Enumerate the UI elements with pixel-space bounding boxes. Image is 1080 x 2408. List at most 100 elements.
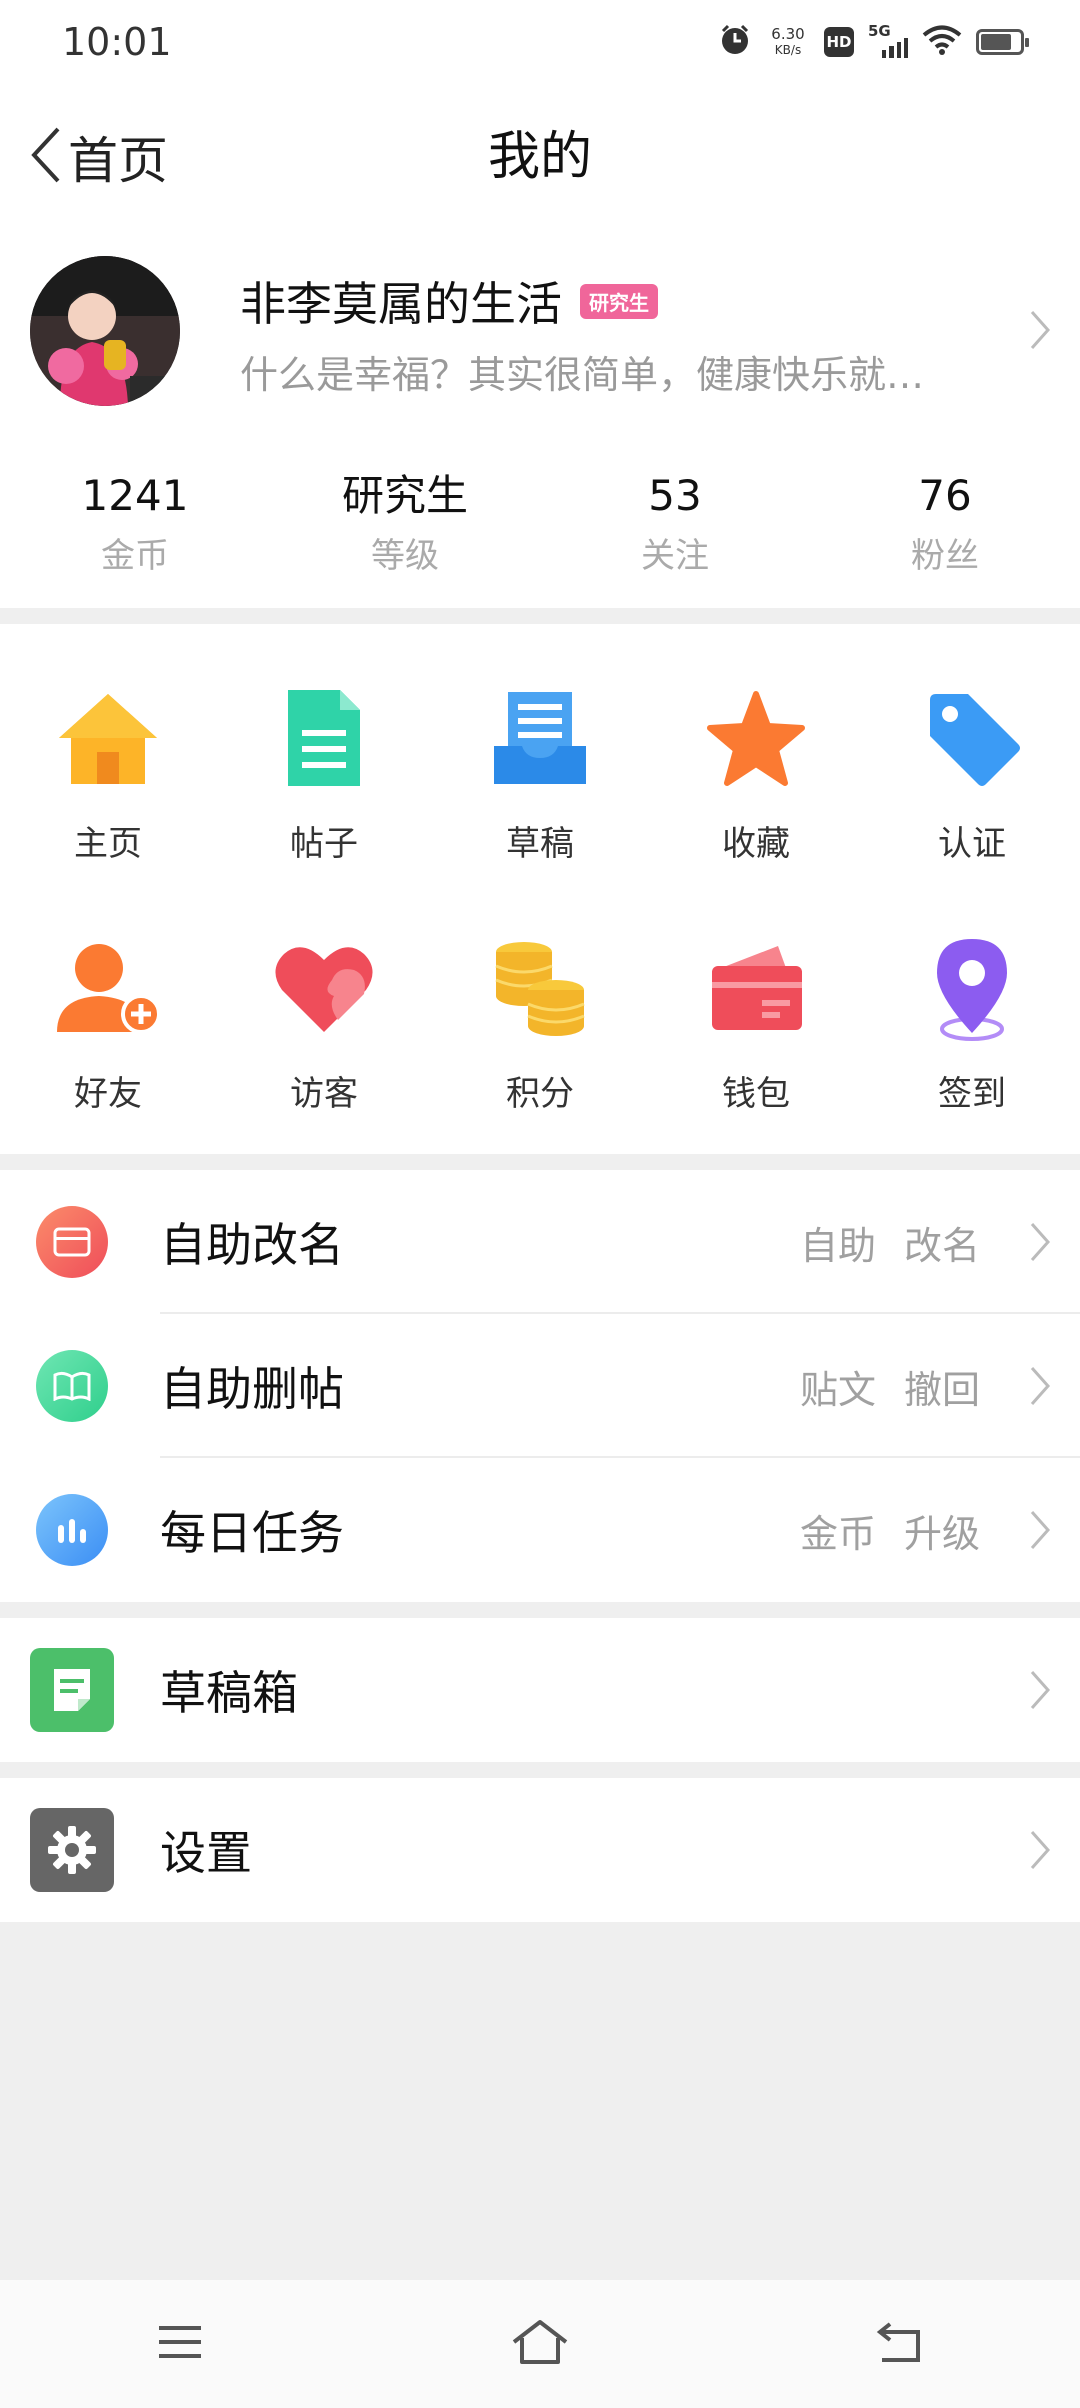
menu-button[interactable] — [120, 2304, 240, 2384]
stat-value: 76 — [918, 471, 972, 520]
list-item-delete-post[interactable]: 自助删帖 贴文 撤回 — [0, 1314, 1080, 1458]
username-row: 非李莫属的生活 研究生 — [240, 268, 658, 334]
list-tags: 自助 改名 — [800, 1215, 980, 1270]
grid-item-visitors[interactable]: 访客 — [216, 928, 432, 1115]
drafts-box-section: 草稿箱 — [0, 1618, 1080, 1762]
chevron-right-icon — [1028, 1220, 1052, 1268]
stats-row: 1241 金币 研究生 等级 53 关注 76 粉丝 — [0, 470, 1080, 580]
avatar[interactable] — [30, 256, 180, 406]
network-speed: 6.30 KB/s — [766, 26, 810, 58]
list-label: 设置 — [160, 1826, 252, 1880]
grid-item-checkin[interactable]: 签到 — [864, 928, 1080, 1115]
list-item-rename[interactable]: 自助改名 自助 改名 — [0, 1170, 1080, 1314]
grid-item-certification[interactable]: 认证 — [864, 678, 1080, 865]
stat-value: 53 — [648, 471, 702, 520]
star-icon — [696, 678, 816, 798]
status-bar: 10:01 6.30 KB/s HD 5G — [0, 0, 1080, 84]
grid-label: 草稿 — [506, 824, 574, 864]
list-label: 自助改名 — [160, 1218, 344, 1272]
list-label: 草稿箱 — [160, 1666, 298, 1720]
feature-grid-row: 好友 访客 积分 钱包 签到 — [0, 928, 1080, 1115]
grid-label: 访客 — [290, 1074, 358, 1114]
tag-icon — [912, 678, 1032, 798]
back-nav-button[interactable] — [840, 2304, 960, 2384]
grid-label: 签到 — [938, 1074, 1006, 1114]
list-tag: 金币 — [799, 1511, 876, 1556]
list-tag: 升级 — [903, 1511, 980, 1556]
signature: 什么是幸福？其实很简单，健康快乐就… — [240, 353, 925, 397]
navigation-bar: 首页 我的 — [0, 110, 1080, 205]
chevron-right-icon — [1028, 1508, 1052, 1556]
list-tags: 贴文 撤回 — [800, 1359, 980, 1414]
heart-icon — [264, 928, 384, 1048]
add-friend-icon — [48, 928, 168, 1048]
feature-grid: 主页 帖子 草稿 收藏 认证 好友 访客 积分 钱包 签到 — [0, 624, 1080, 1154]
status-time: 10:01 — [62, 20, 172, 64]
grid-item-posts[interactable]: 帖子 — [216, 678, 432, 865]
system-navigation-bar — [0, 2280, 1080, 2408]
chevron-right-icon — [1028, 1668, 1052, 1716]
service-list: 自助改名 自助 改名 自助删帖 贴文 撤回 每日任务 金币 升级 — [0, 1170, 1080, 1602]
stat-label: 等级 — [371, 536, 439, 576]
signal-icon: 5G — [868, 22, 908, 58]
list-tags: 金币 升级 — [800, 1503, 980, 1558]
network-type: 5G — [868, 22, 891, 40]
settings-section: 设置 — [0, 1778, 1080, 1922]
list-tag: 自助 — [799, 1223, 876, 1268]
coins-icon — [480, 928, 600, 1048]
chevron-right-icon — [1028, 1828, 1052, 1876]
hd-badge: HD — [824, 27, 854, 57]
list-tag: 改名 — [903, 1223, 980, 1268]
wifi-icon — [922, 24, 962, 60]
gear-icon — [30, 1808, 114, 1892]
chevron-right-icon — [1028, 308, 1052, 356]
network-speed-unit: KB/s — [774, 43, 802, 57]
profile-card[interactable]: 非李莫属的生活 研究生 什么是幸福？其实很简单，健康快乐就… — [0, 248, 1080, 416]
list-item-drafts-box[interactable]: 草稿箱 — [0, 1618, 1080, 1762]
level-badge: 研究生 — [580, 283, 658, 319]
grid-item-wallet[interactable]: 钱包 — [648, 928, 864, 1115]
network-speed-value: 6.30 — [771, 25, 805, 43]
stat-value: 研究生 — [341, 471, 468, 520]
stat-following[interactable]: 53 关注 — [540, 470, 810, 580]
grid-label: 主页 — [74, 824, 142, 864]
grid-item-points[interactable]: 积分 — [432, 928, 648, 1115]
chevron-right-icon — [1028, 1364, 1052, 1412]
grid-item-favorites[interactable]: 收藏 — [648, 678, 864, 865]
stat-followers[interactable]: 76 粉丝 — [810, 470, 1080, 580]
location-pin-icon — [912, 928, 1032, 1048]
grid-label: 钱包 — [722, 1074, 790, 1114]
stat-value: 1241 — [81, 471, 189, 520]
list-label: 自助删帖 — [160, 1362, 344, 1416]
list-tag: 撤回 — [903, 1367, 980, 1412]
book-icon — [36, 1350, 108, 1422]
stat-label: 关注 — [641, 536, 709, 576]
stat-label: 粉丝 — [911, 536, 979, 576]
alarm-icon — [718, 23, 752, 61]
status-icons: 6.30 KB/s HD 5G — [718, 18, 1029, 66]
grid-label: 帖子 — [290, 824, 358, 864]
battery-icon — [976, 29, 1029, 55]
grid-label: 好友 — [74, 1074, 142, 1114]
stat-coins[interactable]: 1241 金币 — [0, 470, 270, 580]
grid-label: 积分 — [506, 1074, 574, 1114]
wallet-icon — [696, 928, 816, 1048]
username: 非李莫属的生活 — [240, 277, 562, 331]
home-button[interactable] — [480, 2304, 600, 2384]
stat-label: 金币 — [101, 536, 169, 576]
grid-item-home[interactable]: 主页 — [0, 678, 216, 865]
home-icon — [48, 678, 168, 798]
list-item-daily-tasks[interactable]: 每日任务 金币 升级 — [0, 1458, 1080, 1602]
menu-icon — [155, 2322, 205, 2366]
list-item-settings[interactable]: 设置 — [0, 1778, 1080, 1922]
header-section: 10:01 6.30 KB/s HD 5G 首页 我的 非李莫属的生活 研究生 … — [0, 0, 1080, 608]
card-icon — [36, 1206, 108, 1278]
stat-level[interactable]: 研究生 等级 — [270, 470, 540, 580]
list-label: 每日任务 — [160, 1506, 344, 1560]
document-icon — [264, 678, 384, 798]
grid-item-friends[interactable]: 好友 — [0, 928, 216, 1115]
return-icon — [872, 2318, 928, 2370]
grid-item-drafts[interactable]: 草稿 — [432, 678, 648, 865]
bar-chart-icon — [36, 1494, 108, 1566]
grid-label: 认证 — [938, 824, 1006, 864]
